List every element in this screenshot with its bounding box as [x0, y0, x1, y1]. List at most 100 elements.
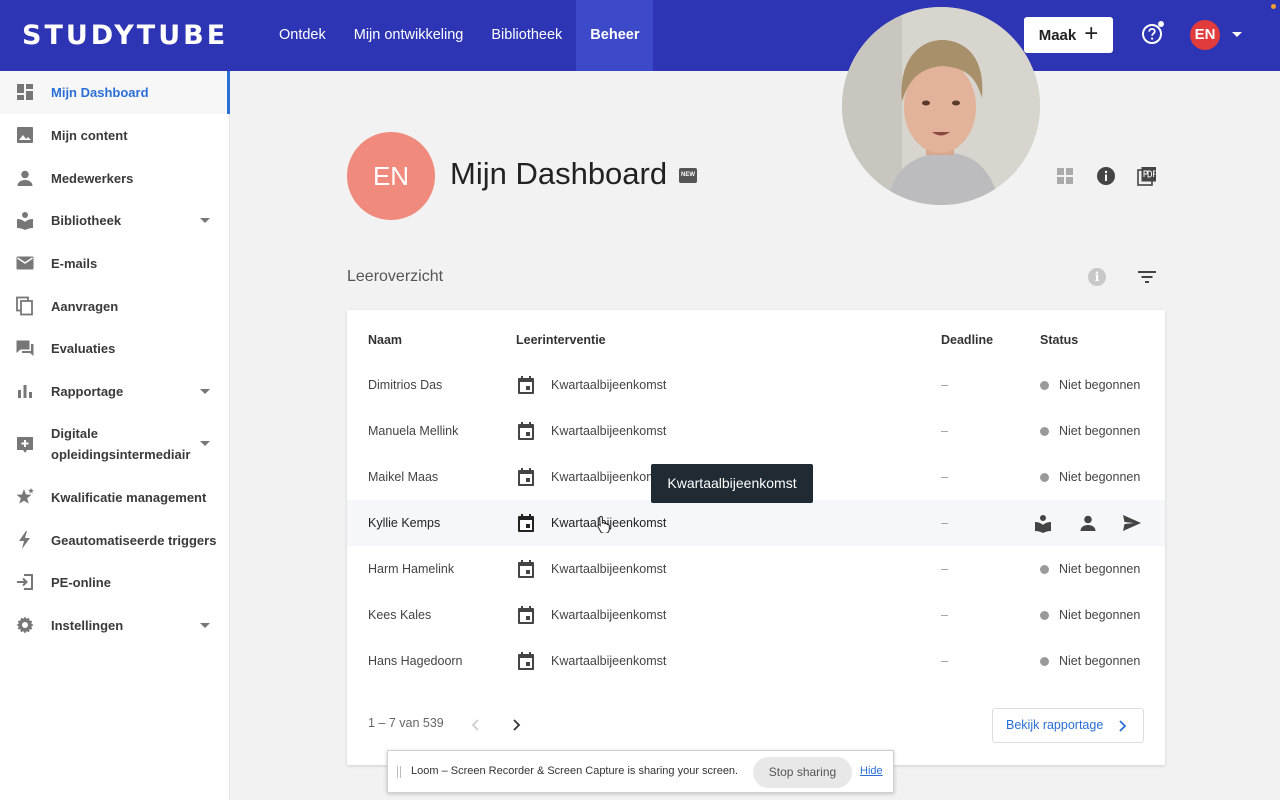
drag-handle-icon[interactable]	[397, 766, 401, 778]
plus-icon: +	[1084, 20, 1099, 47]
filter-icon[interactable]	[1137, 269, 1157, 285]
sidebar-item-label: Mijn content	[51, 128, 128, 143]
row-name[interactable]: Manuela Mellink	[368, 408, 458, 454]
row-deadline: –	[941, 654, 948, 668]
grid-view-icon[interactable]	[1055, 166, 1075, 186]
notification-dot	[1158, 21, 1164, 27]
info-icon[interactable]: i	[1088, 268, 1106, 286]
send-icon[interactable]	[1122, 513, 1142, 533]
library-icon[interactable]	[1033, 513, 1053, 533]
sidebar-item-digitale-opleidingsintermediair[interactable]: Digitale opleidingsintermediair	[0, 415, 230, 475]
calendar-icon	[518, 652, 534, 670]
pagination-range: 1 – 7 van 539	[368, 716, 444, 730]
column-header-deadline: Deadline	[941, 333, 994, 347]
calendar-icon	[518, 422, 534, 440]
sidebar-item-e-mails[interactable]: E-mails	[0, 242, 230, 285]
sidebar-item-geautomatiseerde-triggers[interactable]: Geautomatiseerde triggers	[0, 519, 230, 562]
user-menu-chevron-down-icon[interactable]	[1232, 32, 1242, 37]
row-deadline: –	[941, 424, 948, 438]
sidebar-item-rapportage[interactable]: Rapportage	[0, 370, 230, 413]
sidebar-item-mijn-content[interactable]: Mijn content	[0, 114, 230, 157]
hide-link[interactable]: Hide	[860, 765, 883, 777]
stars-icon	[15, 487, 35, 507]
chevron-right-icon[interactable]	[511, 719, 521, 731]
sidebar-item-mijn-dashboard[interactable]: Mijn Dashboard	[0, 71, 230, 114]
row-intervention[interactable]: Kwartaalbijeenkomst	[551, 592, 666, 638]
nav-mijn-ontwikkeling[interactable]: Mijn ontwikkeling	[340, 0, 478, 71]
sidebar-item-evaluaties[interactable]: Evaluaties	[0, 327, 230, 370]
sidebar-item-label: Digitale	[51, 426, 98, 441]
table-row[interactable]: Dimitrios Das Kwartaalbijeenkomst – Niet…	[347, 362, 1165, 408]
sidebar-item-medewerkers[interactable]: Medewerkers	[0, 157, 230, 200]
row-status: Niet begonnen	[1059, 470, 1141, 484]
chevron-down-icon[interactable]	[200, 389, 210, 394]
learning-overview-table: Naam Leerinterventie Deadline Status Dim…	[347, 310, 1165, 765]
sidebar-item-label: Bibliotheek	[51, 213, 122, 228]
tooltip: Kwartaalbijeenkomst	[651, 464, 813, 503]
recording-indicator-dot	[1271, 4, 1276, 9]
stop-sharing-button[interactable]: Stop sharing	[753, 757, 852, 788]
sidebar-item-label: Mijn Dashboard	[51, 85, 149, 100]
table-row[interactable]: Hans Hagedoorn Kwartaalbijeenkomst – Nie…	[347, 638, 1165, 684]
table-row[interactable]: Manuela Mellink Kwartaalbijeenkomst – Ni…	[347, 408, 1165, 454]
main-nav: Ontdek Mijn ontwikkeling Bibliotheek Beh…	[265, 0, 654, 71]
status-dot	[1040, 565, 1049, 574]
row-deadline: –	[941, 378, 948, 392]
row-name[interactable]: Kees Kales	[368, 592, 431, 638]
chevron-down-icon[interactable]	[200, 623, 210, 628]
column-header-naam: Naam	[368, 333, 403, 347]
bolt-icon	[15, 530, 35, 550]
top-navigation-bar: STUDYTUBE Ontdek Mijn ontwikkeling Bibli…	[0, 0, 1280, 71]
presenter-video-icon	[842, 7, 1040, 205]
chevron-left-icon[interactable]	[471, 719, 481, 731]
chevron-down-icon[interactable]	[200, 218, 210, 223]
sidebar-item-bibliotheek[interactable]: Bibliotheek	[0, 199, 230, 242]
plus-box-icon	[15, 435, 35, 455]
copy-icon	[15, 296, 35, 316]
user-avatar[interactable]: EN	[1190, 20, 1220, 50]
create-button-label: Maak	[1038, 26, 1077, 44]
loom-sharing-bar: Loom – Screen Recorder & Screen Capture …	[387, 750, 894, 793]
calendar-icon	[518, 560, 534, 578]
login-icon	[15, 572, 35, 592]
table-row[interactable]: Kees Kales Kwartaalbijeenkomst – Niet be…	[347, 592, 1165, 638]
row-intervention[interactable]: Kwartaalbijeenkomst	[551, 362, 666, 408]
table-row-hovered[interactable]: Kyllie Kemps Kwartaalbijeenkomst –	[347, 500, 1165, 546]
nav-ontdek[interactable]: Ontdek	[265, 0, 340, 71]
info-icon[interactable]	[1096, 166, 1116, 186]
row-name[interactable]: Harm Hamelink	[368, 546, 454, 592]
sidebar-item-pe-online[interactable]: PE-online	[0, 561, 230, 604]
sidebar-item-instellingen[interactable]: Instellingen	[0, 604, 230, 647]
person-icon[interactable]	[1078, 513, 1098, 533]
hand-cursor-icon	[597, 515, 610, 533]
sidebar-item-label: Geautomatiseerde triggers	[51, 533, 217, 548]
nav-bibliotheek[interactable]: Bibliotheek	[477, 0, 576, 71]
chevron-down-icon[interactable]	[200, 441, 210, 446]
row-name[interactable]: Dimitrios Das	[368, 362, 442, 408]
status-dot	[1040, 611, 1049, 620]
sidebar: Mijn Dashboard Mijn content Medewerkers …	[0, 71, 230, 800]
view-report-button[interactable]: Bekijk rapportage	[992, 708, 1144, 743]
pdf-export-icon[interactable]	[1137, 166, 1157, 186]
status-dot	[1040, 473, 1049, 482]
sidebar-item-label: Instellingen	[51, 618, 124, 633]
studytube-logo[interactable]: STUDYTUBE	[22, 20, 228, 51]
row-intervention[interactable]: Kwartaalbijeenkomst	[551, 638, 666, 684]
row-status: Niet begonnen	[1059, 424, 1141, 438]
row-intervention[interactable]: Kwartaalbijeenkomst	[551, 454, 666, 500]
row-intervention[interactable]: Kwartaalbijeenkomst	[551, 408, 666, 454]
table-row[interactable]: Harm Hamelink Kwartaalbijeenkomst – Niet…	[347, 546, 1165, 592]
row-name[interactable]: Hans Hagedoorn	[368, 638, 463, 684]
sidebar-item-label: Evaluaties	[51, 341, 116, 356]
sidebar-item-kwalificatie-management[interactable]: Kwalificatie management	[0, 476, 230, 519]
row-deadline: –	[941, 608, 948, 622]
library-icon	[15, 210, 35, 230]
row-intervention[interactable]: Kwartaalbijeenkomst	[551, 546, 666, 592]
nav-beheer[interactable]: Beheer	[576, 0, 654, 71]
create-button[interactable]: Maak +	[1024, 17, 1113, 53]
row-name[interactable]: Kyllie Kemps	[368, 500, 440, 546]
row-status: Niet begonnen	[1059, 562, 1141, 576]
row-name[interactable]: Maikel Maas	[368, 454, 438, 500]
sidebar-item-aanvragen[interactable]: Aanvragen	[0, 285, 230, 328]
webcam-overlay	[842, 7, 1040, 205]
